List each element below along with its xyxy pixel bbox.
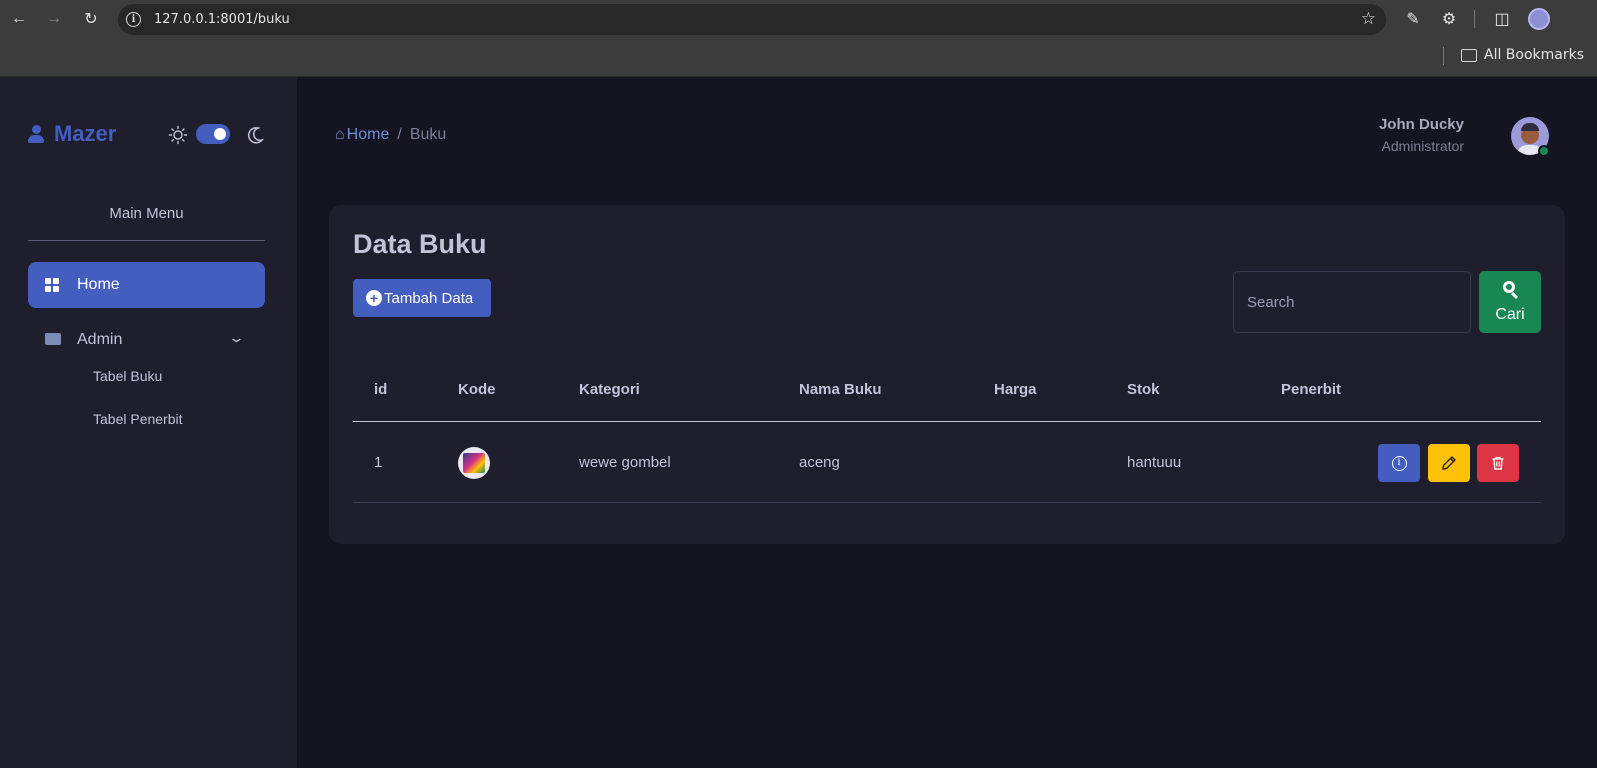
cell-nama-buku: aceng xyxy=(799,454,840,471)
breadcrumb-home[interactable]: Home xyxy=(347,126,390,143)
address-bar[interactable]: i 127.0.0.1:8001/buku ☆ xyxy=(118,4,1386,35)
trash-icon xyxy=(1492,456,1504,470)
cell-stok: hantuuu xyxy=(1127,454,1182,471)
home-icon: ⌂ xyxy=(335,126,345,143)
table-header-divider xyxy=(353,421,1541,422)
column-header: id xyxy=(374,381,388,398)
chevron-down-icon: ⌄ xyxy=(227,330,246,345)
sidebar-item-home[interactable]: Home xyxy=(28,262,265,308)
online-status-dot xyxy=(1538,145,1550,157)
column-header: Kode xyxy=(458,381,496,398)
book-thumbnail xyxy=(458,447,490,479)
profile-avatar[interactable] xyxy=(1528,8,1550,30)
data-card: Data Buku + Tambah Data Cari id Kode Kat… xyxy=(329,205,1565,544)
eyedropper-icon[interactable]: ✎ xyxy=(1402,8,1424,30)
logo[interactable]: Mazer xyxy=(54,121,116,147)
folder-icon xyxy=(1461,49,1477,62)
sun-icon xyxy=(168,125,188,145)
plus-circle-icon: + xyxy=(366,290,382,306)
user-name[interactable]: John Ducky xyxy=(1379,116,1464,133)
grid-icon xyxy=(45,278,59,292)
cell-kategori: wewe gombel xyxy=(579,454,671,471)
search-button-label: Cari xyxy=(1495,306,1525,323)
delete-button[interactable] xyxy=(1477,444,1519,482)
breadcrumb: ⌂ Home / Buku xyxy=(335,126,446,144)
column-header: Penerbit xyxy=(1281,381,1342,398)
back-icon[interactable]: ← xyxy=(7,7,31,31)
menu-title: Main Menu xyxy=(109,205,184,222)
sidebar-item-label: Home xyxy=(77,276,120,293)
bookmark-star-icon[interactable]: ☆ xyxy=(1361,9,1376,29)
pencil-icon xyxy=(1442,456,1456,470)
info-icon: i xyxy=(1391,455,1407,471)
site-info-icon[interactable]: i xyxy=(126,12,141,27)
briefcase-icon xyxy=(45,333,61,345)
toolbar-divider xyxy=(1474,10,1475,28)
search-input[interactable] xyxy=(1233,271,1471,333)
moon-icon xyxy=(247,127,265,144)
reload-icon[interactable]: ↻ xyxy=(79,7,103,31)
side-panel-icon[interactable]: ◫ xyxy=(1491,8,1513,30)
add-data-label: Tambah Data xyxy=(384,289,474,307)
column-header: Stok xyxy=(1127,381,1160,398)
page-title: Data Buku xyxy=(353,229,487,259)
sidebar-subitem-tabel-penerbit[interactable]: Tabel Penerbit xyxy=(93,411,183,427)
menu-divider xyxy=(28,240,265,241)
search-button[interactable]: Cari xyxy=(1479,271,1541,333)
browser-toolbar: ← → ↻ i 127.0.0.1:8001/buku ☆ ✎ ⚙ ◫ xyxy=(0,0,1597,38)
column-header: Harga xyxy=(994,381,1037,398)
theme-toggle[interactable] xyxy=(196,124,230,144)
column-header: Nama Buku xyxy=(799,381,882,398)
sidebar-item-label: Admin xyxy=(77,331,123,348)
cell-id: 1 xyxy=(374,454,383,471)
breadcrumb-separator: / xyxy=(397,126,402,143)
url-text: 127.0.0.1:8001/buku xyxy=(154,12,290,27)
user-icon xyxy=(28,125,44,145)
extensions-icon[interactable]: ⚙ xyxy=(1438,8,1460,30)
table-row-divider xyxy=(353,502,1541,503)
sidebar-item-admin[interactable]: Admin ⌄ xyxy=(28,317,265,363)
breadcrumb-current: Buku xyxy=(409,126,447,143)
forward-icon[interactable]: → xyxy=(42,7,66,31)
sidebar-subitem-tabel-buku[interactable]: Tabel Buku xyxy=(93,368,162,384)
detail-button[interactable]: i xyxy=(1378,444,1420,482)
add-data-button[interactable]: + Tambah Data xyxy=(353,279,491,317)
bookmarks-divider xyxy=(1443,47,1444,65)
all-bookmarks-link[interactable]: All Bookmarks xyxy=(1484,47,1584,63)
column-header: Kategori xyxy=(579,381,640,398)
bookmarks-bar xyxy=(0,38,1597,77)
edit-button[interactable] xyxy=(1428,444,1470,482)
user-role: Administrator xyxy=(1381,138,1464,154)
sidebar: Mazer Main Menu Home Admin ⌄ Tabel Buku … xyxy=(0,77,297,768)
